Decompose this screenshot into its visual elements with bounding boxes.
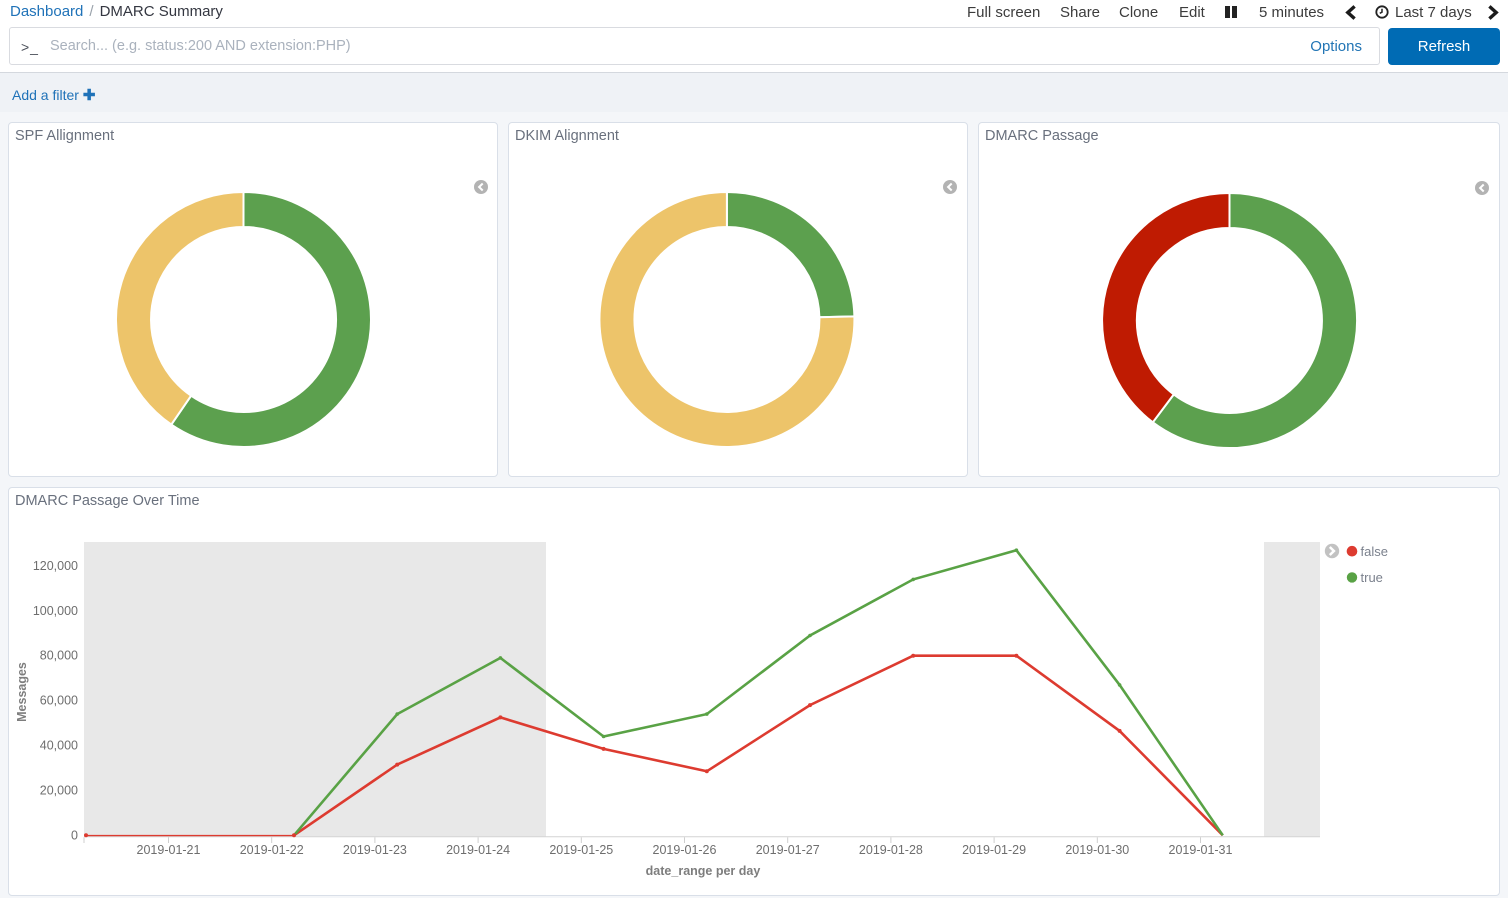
svg-text:0: 0 (71, 828, 78, 842)
svg-text:2019-01-22: 2019-01-22 (240, 843, 304, 857)
svg-text:80,000: 80,000 (40, 649, 78, 663)
svg-text:2019-01-28: 2019-01-28 (859, 843, 923, 857)
svg-text:2019-01-24: 2019-01-24 (446, 843, 510, 857)
svg-text:2019-01-26: 2019-01-26 (653, 843, 717, 857)
svg-text:120,000: 120,000 (33, 559, 78, 573)
svg-text:20,000: 20,000 (40, 783, 78, 797)
svg-text:date_range per day: date_range per day (646, 864, 761, 878)
svg-text:false: false (1361, 544, 1388, 559)
svg-text:2019-01-29: 2019-01-29 (962, 843, 1026, 857)
svg-text:2019-01-30: 2019-01-30 (1065, 843, 1129, 857)
svg-text:2019-01-21: 2019-01-21 (137, 843, 201, 857)
svg-text:2019-01-31: 2019-01-31 (1169, 843, 1233, 857)
svg-text:2019-01-25: 2019-01-25 (549, 843, 613, 857)
svg-text:Messages: Messages (15, 662, 29, 722)
svg-text:100,000: 100,000 (33, 604, 78, 618)
svg-text:true: true (1361, 570, 1383, 585)
svg-text:40,000: 40,000 (40, 739, 78, 753)
svg-text:2019-01-23: 2019-01-23 (343, 843, 407, 857)
svg-text:60,000: 60,000 (40, 694, 78, 708)
svg-text:2019-01-27: 2019-01-27 (756, 843, 820, 857)
